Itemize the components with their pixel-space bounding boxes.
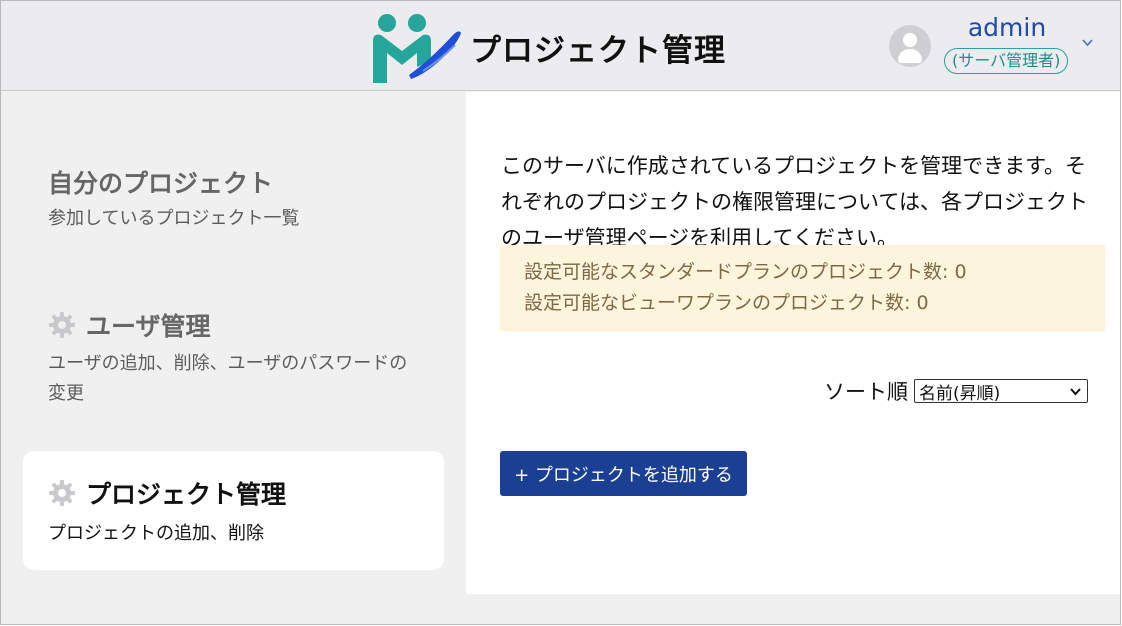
standard-plan-count: 設定可能なスタンダードプランのプロジェクト数: 0	[524, 261, 967, 283]
brand-logo-icon	[373, 14, 461, 83]
avatar-body	[898, 49, 922, 63]
sidebar-item-label: プロジェクト管理	[86, 480, 287, 509]
sort-select[interactable]: 名前(昇順)	[914, 379, 1088, 404]
main-content: このサーバに作成されているプロジェクトを管理できます。それぞれのプロジェクトの権…	[466, 92, 1120, 594]
sidebar-item-title: ユーザ管理	[48, 307, 211, 343]
user-avatar-icon[interactable]	[889, 25, 931, 67]
intro-text: このサーバに作成されているプロジェクトを管理できます。それぞれのプロジェクトの権…	[501, 154, 1088, 250]
add-project-button[interactable]: + プロジェクトを追加する	[500, 451, 747, 496]
sort-label: ソート順	[824, 380, 908, 404]
header-bar: プロジェクト管理 admin (サーバ管理者)	[1, 1, 1120, 91]
sidebar-item-title: 自分のプロジェクト	[48, 164, 273, 200]
sidebar-item-title: プロジェクト管理	[48, 475, 286, 511]
avatar-head	[903, 33, 917, 47]
sidebar-item-desc: 参加しているプロジェクト一覧	[48, 208, 300, 229]
sidebar-item-desc: プロジェクトの追加、削除	[48, 523, 264, 544]
role-badge: (サーバ管理者)	[944, 48, 1069, 74]
app-title: プロジェクト管理	[470, 33, 726, 69]
sort-selected-value: 名前(昇順)	[919, 383, 1001, 404]
user-name[interactable]: admin	[947, 13, 1067, 42]
footer-bar	[1, 594, 1120, 624]
sidebar-item-project-management[interactable]: プロジェクト管理 プロジェクトの追加、削除	[23, 451, 444, 570]
sidebar: 自分のプロジェクト 参加しているプロジェクト一覧 ユーザ管理 ユーザの追加、削除…	[1, 92, 466, 594]
sidebar-item-label: ユーザ管理	[86, 312, 211, 341]
sidebar-item-my-projects[interactable]: 自分のプロジェクト 参加しているプロジェクト一覧	[23, 142, 444, 252]
chevron-down-icon[interactable]	[1081, 36, 1094, 49]
sidebar-item-label: 自分のプロジェクト	[48, 169, 274, 198]
sidebar-item-desc: ユーザの追加、削除、ユーザのパスワードの変更	[48, 353, 408, 404]
chevron-down-icon	[1070, 388, 1081, 396]
gear-icon	[49, 480, 75, 506]
sidebar-item-user-management[interactable]: ユーザ管理 ユーザの追加、削除、ユーザのパスワードの変更	[23, 287, 444, 422]
app-window: プロジェクト管理 admin (サーバ管理者) 自分のプロジェクト 参加している…	[0, 0, 1121, 625]
viewer-plan-count: 設定可能なビューワプランのプロジェクト数: 0	[524, 292, 929, 314]
sort-control: ソート順 名前(昇順)	[824, 376, 1088, 406]
gear-icon	[49, 312, 75, 338]
project-quota-box: 設定可能なスタンダードプランのプロジェクト数: 0 設定可能なビューワプランのプ…	[500, 245, 1105, 331]
